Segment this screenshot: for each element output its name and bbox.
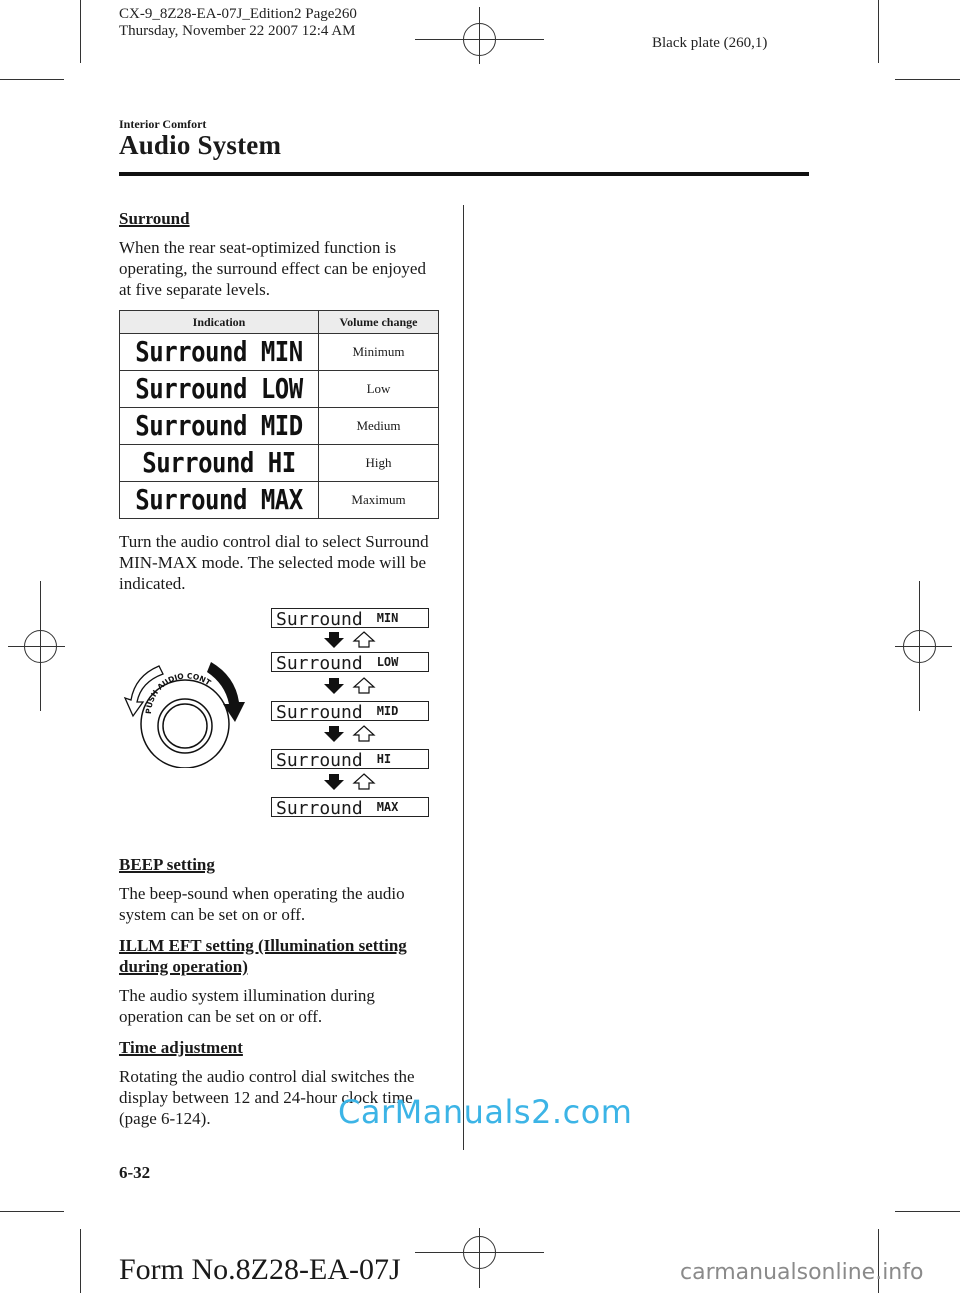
print-info-file: CX-9_8Z28-EA-07J_Edition2 Page260 bbox=[119, 6, 357, 22]
crop-mark bbox=[80, 0, 81, 63]
column-divider bbox=[463, 205, 464, 1150]
indication-display: Surround MID bbox=[135, 409, 303, 443]
audio-control-dial: PUSH AUDIO CONT bbox=[123, 662, 245, 768]
indication-display: Surround MAX bbox=[135, 483, 303, 517]
surround-mode-figure: PUSH AUDIO CONT Surround MIN Surround LOW … bbox=[119, 608, 441, 838]
up-arrow-icon bbox=[352, 773, 376, 790]
volume-change: Minimum bbox=[318, 333, 439, 371]
watermark-carmanualsonline[interactable]: carmanualsonline.info bbox=[680, 1260, 923, 1285]
down-arrow-icon bbox=[324, 632, 344, 648]
plate-label: Black plate (260,1) bbox=[652, 35, 768, 51]
up-arrow-icon bbox=[352, 725, 376, 742]
indication-display: Surround HI bbox=[142, 446, 296, 480]
illm-heading: ILLM EFT setting (Illumination setting d… bbox=[119, 936, 407, 976]
dial-knob-inner bbox=[162, 703, 208, 749]
page-number: 6-32 bbox=[119, 1163, 151, 1182]
crop-mark bbox=[0, 79, 64, 80]
display-surround-mid: Surround MID bbox=[271, 701, 429, 722]
title-rule bbox=[119, 172, 809, 176]
table-row: Surround HI High bbox=[119, 444, 439, 482]
form-number: Form No.8Z28-EA-07J bbox=[119, 1253, 401, 1286]
table-row: Surround MID Medium bbox=[119, 407, 439, 445]
header-indication: Indication bbox=[119, 310, 319, 334]
down-arrow-icon bbox=[324, 678, 344, 694]
indication-display: Surround LOW bbox=[135, 372, 303, 406]
surround-levels-table: Indication Volume change Surround MIN Mi… bbox=[119, 310, 439, 519]
step-arrows bbox=[324, 773, 376, 790]
step-arrows bbox=[324, 677, 376, 694]
display-surround-max: Surround MAX bbox=[271, 797, 429, 818]
display-surround-low: Surround LOW bbox=[271, 652, 429, 673]
down-arrow-icon bbox=[324, 774, 344, 790]
crop-mark bbox=[878, 0, 879, 63]
surround-intro: When the rear seat-optimized function is… bbox=[119, 238, 426, 299]
print-info-date: Thursday, November 22 2007 12:4 AM bbox=[119, 23, 356, 39]
up-arrow-icon bbox=[352, 677, 376, 694]
print-info: CX-9_8Z28-EA-07J_Edition2 Page260 Thursd… bbox=[119, 6, 357, 40]
step-arrows bbox=[324, 631, 376, 648]
watermark-carmanuals2[interactable]: CarManuals2.com bbox=[338, 1093, 632, 1131]
step-arrows bbox=[324, 725, 376, 742]
table-row: Surround LOW Low bbox=[119, 370, 439, 408]
indication-display: Surround MIN bbox=[135, 335, 303, 369]
main-column: Surround When the rear seat-optimized fu… bbox=[119, 208, 441, 1139]
header-volume-change: Volume change bbox=[318, 310, 439, 334]
illm-text: The audio system illumination during ope… bbox=[119, 986, 375, 1026]
up-arrow-icon bbox=[352, 631, 376, 648]
surround-heading: Surround bbox=[119, 209, 190, 228]
volume-change: Low bbox=[318, 370, 439, 408]
table-header-row: Indication Volume change bbox=[119, 310, 439, 334]
crop-mark bbox=[895, 1211, 960, 1212]
time-heading: Time adjustment bbox=[119, 1038, 243, 1057]
beep-text: The beep-sound when operating the audio … bbox=[119, 884, 405, 924]
table-row: Surround MIN Minimum bbox=[119, 333, 439, 371]
page-title: Audio System bbox=[119, 130, 282, 160]
display-surround-min: Surround MIN bbox=[271, 608, 429, 629]
display-surround-hi: Surround HI bbox=[271, 749, 429, 770]
volume-change: Maximum bbox=[318, 481, 439, 519]
crop-mark bbox=[80, 1229, 81, 1293]
surround-instruction: Turn the audio control dial to select Su… bbox=[119, 532, 429, 593]
down-arrow-icon bbox=[324, 726, 344, 742]
volume-change: Medium bbox=[318, 407, 439, 445]
crop-mark bbox=[0, 1211, 64, 1212]
crop-mark bbox=[895, 79, 960, 80]
beep-heading: BEEP setting bbox=[119, 855, 215, 874]
volume-change: High bbox=[318, 444, 439, 482]
table-row: Surround MAX Maximum bbox=[119, 481, 439, 519]
